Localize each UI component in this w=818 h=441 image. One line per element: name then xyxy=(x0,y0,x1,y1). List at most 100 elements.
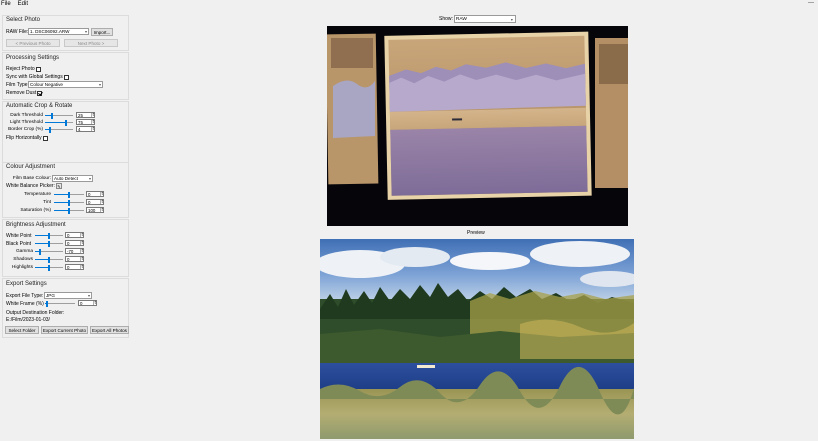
eyedropper-icon[interactable]: ✎ xyxy=(55,183,62,189)
sync-global-label: Sync with Global Settings xyxy=(6,74,63,80)
chevron-down-icon: ▾ xyxy=(510,17,513,22)
saturation-slider[interactable] xyxy=(54,208,84,214)
remove-dust-checkbox[interactable] xyxy=(37,90,43,96)
spin-arrows-icon[interactable]: ▲ ▼ xyxy=(91,126,94,131)
import-button[interactable]: Import... xyxy=(91,28,113,36)
spin-arrows-icon[interactable]: ▲ ▼ xyxy=(80,256,83,261)
tint-spinbox[interactable]: 0 ▲ ▼ xyxy=(86,199,104,205)
view-label: Show: xyxy=(439,16,453,22)
border-crop-spinbox[interactable]: 4 ▲ ▼ xyxy=(76,126,95,132)
chevron-down-icon: ▾ xyxy=(84,29,87,34)
dark-threshold-spinbox[interactable]: 25 ▲ ▼ xyxy=(76,112,95,118)
shadows-label: Shadows xyxy=(13,257,33,262)
raw-negative-image xyxy=(327,26,628,226)
slider-thumb[interactable] xyxy=(39,249,41,255)
temperature-spinbox[interactable]: 0 ▲ ▼ xyxy=(86,191,104,197)
spin-arrows-icon[interactable]: ▲ ▼ xyxy=(80,248,83,253)
dest-folder-value: E:/Film/2023-01-03/ xyxy=(6,317,50,323)
spin-arrows-icon[interactable]: ▲ ▼ xyxy=(100,207,103,212)
raw-file-select[interactable]: 1. DSC06092.ARW ▾ xyxy=(28,28,89,35)
file-type-row: Export File Type: xyxy=(6,293,43,299)
white-point-row: White Point xyxy=(6,233,32,239)
export-all-button[interactable]: Export All Photos xyxy=(90,326,129,334)
white-frame-spinbox[interactable]: 0 ▲ ▼ xyxy=(78,300,97,306)
flip-horizontal-checkbox[interactable] xyxy=(42,135,48,141)
slider-thumb[interactable] xyxy=(49,127,51,133)
spin-arrows-icon[interactable]: ▲ ▼ xyxy=(80,232,83,237)
crop-rotate-title: Automatic Crop & Rotate xyxy=(6,103,73,109)
shadows-spinbox[interactable]: 0 ▲ ▼ xyxy=(65,256,84,262)
saturation-spinbox[interactable]: 100 ▲ ▼ xyxy=(86,207,104,213)
film-type-value: Colour Negative xyxy=(30,82,63,87)
slider-thumb[interactable] xyxy=(48,241,50,247)
shadows-slider[interactable] xyxy=(35,257,63,263)
flip-horizontal-label: Flip Horizontally xyxy=(6,135,42,141)
slider-thumb[interactable] xyxy=(48,265,50,271)
spin-arrows-icon[interactable]: ▲ ▼ xyxy=(100,199,103,204)
export-current-button[interactable]: Export Current Photo xyxy=(41,326,88,334)
film-type-select[interactable]: Colour Negative ▾ xyxy=(28,81,103,88)
white-point-slider[interactable] xyxy=(35,233,63,239)
file-type-select[interactable]: JPG ▾ xyxy=(44,292,92,299)
black-point-row: Black Point xyxy=(6,241,31,247)
view-select[interactable]: RAW ▾ xyxy=(453,15,516,23)
wb-picker-row: White Balance Picker: ✎ xyxy=(6,183,62,189)
preview-image xyxy=(320,239,634,439)
slider-thumb[interactable] xyxy=(51,113,53,119)
menu-edit[interactable]: Edit xyxy=(18,0,28,9)
border-crop-slider[interactable] xyxy=(45,127,73,133)
slider-thumb[interactable] xyxy=(68,208,70,214)
white-frame-label: White Frame (%) xyxy=(6,301,44,307)
gamma-slider[interactable] xyxy=(35,249,63,255)
gamma-spinbox[interactable]: -70 ▲ ▼ xyxy=(65,248,84,254)
next-photo-button[interactable]: Next Photo > xyxy=(64,39,118,47)
chevron-down-icon: ▾ xyxy=(88,176,91,181)
slider-thumb[interactable] xyxy=(65,120,67,126)
highlights-value: 0 xyxy=(67,264,70,270)
light-threshold-value: 75 xyxy=(78,119,83,125)
light-threshold-slider[interactable] xyxy=(45,120,73,126)
white-point-spinbox[interactable]: 0 ▲ ▼ xyxy=(65,232,84,238)
spin-arrows-icon[interactable]: ▲ ▼ xyxy=(91,112,94,117)
spin-arrows-icon[interactable]: ▲ ▼ xyxy=(80,240,83,245)
highlights-slider[interactable] xyxy=(35,265,63,271)
tint-label: Tint xyxy=(43,200,51,205)
previous-photo-button[interactable]: < Previous Photo xyxy=(6,39,60,47)
white-frame-slider[interactable] xyxy=(45,301,75,307)
slider-thumb[interactable] xyxy=(68,192,70,198)
spin-arrows-icon[interactable]: ▲ ▼ xyxy=(91,119,94,124)
spin-arrows-icon[interactable]: ▲ ▼ xyxy=(93,300,96,305)
export-settings-title: Export Settings xyxy=(6,281,47,287)
slider-thumb[interactable] xyxy=(46,301,48,307)
window-minimize-icon[interactable]: — xyxy=(808,0,814,6)
highlights-spinbox[interactable]: 0 ▲ ▼ xyxy=(65,264,84,270)
tint-slider[interactable] xyxy=(54,200,84,206)
tint-value: 0 xyxy=(88,199,91,205)
dest-folder-label: Output Destination Folder: xyxy=(6,310,65,316)
dark-threshold-value: 25 xyxy=(78,112,83,118)
spin-arrows-icon[interactable]: ▲ ▼ xyxy=(100,191,103,196)
slider-thumb[interactable] xyxy=(48,257,50,263)
reject-photo-checkbox[interactable] xyxy=(35,66,41,72)
black-point-slider[interactable] xyxy=(35,241,63,247)
slider-thumb[interactable] xyxy=(48,233,50,239)
black-point-spinbox[interactable]: 0 ▲ ▼ xyxy=(65,240,84,246)
raw-file-value: 1. DSC06092.ARW xyxy=(30,29,70,34)
dest-folder-value-row: E:/Film/2023-01-03/ xyxy=(6,317,50,323)
export-settings-group: Export Settings Export File Type: JPG ▾ … xyxy=(2,278,129,338)
white-frame-row: White Frame (%) xyxy=(6,301,44,307)
light-threshold-spinbox[interactable]: 75 ▲ ▼ xyxy=(76,119,95,125)
menu-file[interactable]: File xyxy=(1,0,11,9)
dark-threshold-slider[interactable] xyxy=(45,113,73,119)
sync-global-checkbox[interactable] xyxy=(63,74,69,80)
black-point-label: Black Point xyxy=(6,241,32,247)
slider-thumb[interactable] xyxy=(68,200,70,206)
spin-arrows-icon[interactable]: ▲ ▼ xyxy=(80,264,83,269)
file-type-value: JPG xyxy=(46,293,55,298)
film-base-value: Auto Detect xyxy=(54,176,79,181)
view-selector: Show: RAW ▾ xyxy=(439,15,516,23)
film-base-select[interactable]: Auto Detect ▾ xyxy=(52,175,93,182)
gamma-value: -70 xyxy=(67,248,74,254)
temperature-slider[interactable] xyxy=(54,192,84,198)
select-folder-button[interactable]: Select Folder xyxy=(5,326,39,334)
